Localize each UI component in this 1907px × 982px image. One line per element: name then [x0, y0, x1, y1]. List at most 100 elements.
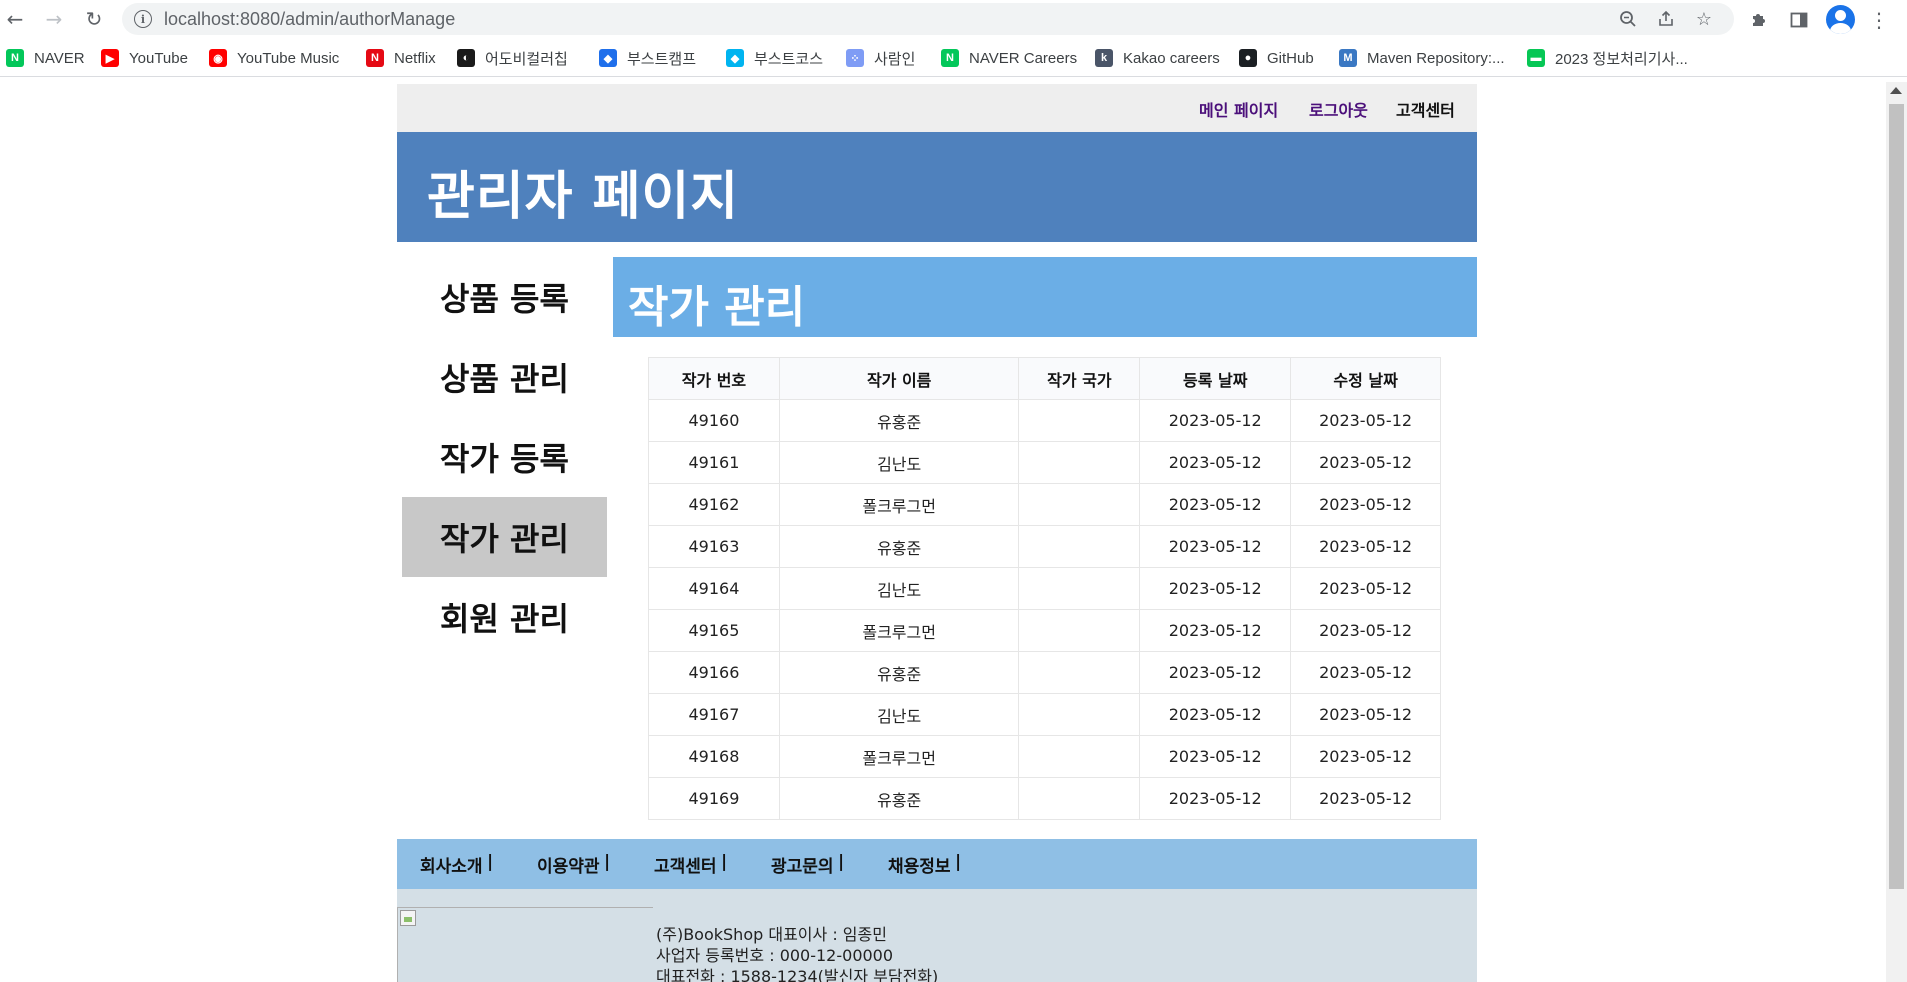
bookmark-item[interactable]: N Netflix — [366, 47, 436, 69]
update-date-cell: 2023-05-12 — [1290, 735, 1441, 778]
footer-info: (주)BookShop 대표이사 : 임종민 사업자 등록번호 : 000-12… — [397, 889, 1477, 982]
bookmark-label: Kakao careers — [1123, 49, 1220, 67]
author-name-cell[interactable]: 김난도 — [778, 567, 1020, 610]
author-id-cell: 49165 — [648, 609, 780, 652]
bookmark-label: 사람인 — [874, 50, 916, 68]
author-id-cell: 49160 — [648, 399, 780, 442]
author-name-cell[interactable]: 유홍준 — [778, 777, 1020, 820]
bookmark-item[interactable]: ◐ 어도비컬러칩 — [457, 47, 568, 69]
footer-link[interactable]: 고객센터 — [654, 852, 717, 877]
author-name-cell[interactable]: 김난도 — [778, 693, 1020, 736]
profile-avatar-icon[interactable] — [1826, 5, 1855, 34]
broken-image-icon — [400, 910, 416, 926]
forward-arrow-icon[interactable]: → — [41, 6, 67, 32]
table-row: 49161 김난도 2023-05-12 2023-05-12 — [648, 441, 1441, 484]
update-date-cell: 2023-05-12 — [1290, 483, 1441, 526]
line-icon: ▬ — [1527, 49, 1545, 67]
author-nation-cell — [1018, 777, 1141, 820]
author-nation-cell — [1018, 651, 1141, 694]
author-nation-cell — [1018, 735, 1141, 778]
bookmark-item[interactable]: ● GitHub — [1239, 47, 1314, 69]
reg-date-cell: 2023-05-12 — [1139, 735, 1292, 778]
author-table: 작가 번호 작가 이름 작가 국가 등록 날짜 수정 날짜 49160 유홍준 20… — [648, 357, 1441, 820]
sidebar-item-author-manage[interactable]: 작가 관리 — [402, 497, 607, 577]
address-url[interactable]: localhost:8080/admin/authorManage — [164, 9, 455, 30]
footer-nav: 회사소개 | 이용약관 | 고객센터 | 광고문의 | 채용정보 | — [397, 839, 1477, 889]
table-row: 49166 유홍준 2023-05-12 2023-05-12 — [648, 651, 1441, 694]
site-info-icon[interactable]: i — [134, 10, 152, 28]
bookmark-item[interactable]: ⁘ 사람인 — [846, 47, 915, 69]
table-row: 49163 유홍준 2023-05-12 2023-05-12 — [648, 525, 1441, 568]
column-header-reg-date: 등록 날짜 — [1139, 357, 1292, 400]
bookmark-item[interactable]: N NAVER Careers — [941, 47, 1077, 69]
bookmark-item[interactable]: ◆ 부스트캠프 — [599, 47, 696, 69]
logout-link[interactable]: 로그아웃 — [1309, 97, 1368, 121]
bookmark-item[interactable]: N NAVER — [6, 47, 85, 69]
zoom-icon[interactable] — [1616, 7, 1640, 31]
author-nation-cell — [1018, 525, 1141, 568]
author-id-cell: 49162 — [648, 483, 780, 526]
bookmark-item[interactable]: M Maven Repository:... — [1339, 47, 1505, 69]
extensions-icon[interactable] — [1745, 6, 1773, 34]
footer-link[interactable]: 채용정보 — [888, 852, 951, 877]
naver-icon: N — [6, 49, 24, 67]
update-date-cell: 2023-05-12 — [1290, 567, 1441, 610]
address-bar[interactable]: i localhost:8080/admin/authorManage ☆ — [122, 3, 1734, 35]
bookmark-item[interactable]: ◆ 부스트코스 — [726, 47, 823, 69]
author-name-cell[interactable]: 폴크루그먼 — [778, 735, 1020, 778]
youtube-icon: ▶ — [101, 49, 119, 67]
footer-separator: | — [838, 852, 845, 872]
bookmark-item[interactable]: ▬ 2023 정보처리기사... — [1527, 47, 1688, 69]
bookmark-label: YouTube Music — [237, 49, 340, 67]
author-id-cell: 49169 — [648, 777, 780, 820]
author-name-cell[interactable]: 폴크루그먼 — [778, 609, 1020, 652]
github-icon: ● — [1239, 49, 1257, 67]
author-id-cell: 49168 — [648, 735, 780, 778]
scroll-up-arrow-icon[interactable] — [1890, 87, 1902, 94]
bookmark-item[interactable]: ▶ YouTube — [101, 47, 188, 69]
table-header-row: 작가 번호 작가 이름 작가 국가 등록 날짜 수정 날짜 — [648, 357, 1441, 400]
author-name-cell[interactable]: 폴크루그먼 — [778, 483, 1020, 526]
footer-link[interactable]: 회사소개 — [420, 852, 483, 877]
adobe-color-icon: ◐ — [457, 49, 475, 67]
scrollbar-thumb[interactable] — [1889, 104, 1904, 889]
share-icon[interactable] — [1654, 7, 1678, 31]
update-date-cell: 2023-05-12 — [1290, 399, 1441, 442]
admin-header: 관리자 페이지 — [397, 132, 1477, 242]
back-arrow-icon[interactable]: ← — [2, 6, 28, 32]
table-row: 49164 김난도 2023-05-12 2023-05-12 — [648, 567, 1441, 610]
table-row: 49167 김난도 2023-05-12 2023-05-12 — [648, 693, 1441, 736]
bookmark-item[interactable]: ◉ YouTube Music — [209, 47, 339, 69]
footer-link[interactable]: 이용약관 — [537, 852, 600, 877]
author-id-cell: 49166 — [648, 651, 780, 694]
bookmark-label: YouTube — [129, 49, 188, 67]
author-name-cell[interactable]: 유홍준 — [778, 399, 1020, 442]
top-links-bar: 메인 페이지 로그아웃 고객센터 — [397, 84, 1477, 132]
bookmark-star-icon[interactable]: ☆ — [1692, 7, 1716, 31]
sidebar-item-author-register[interactable]: 작가 등록 — [402, 417, 607, 497]
author-name-cell[interactable]: 유홍준 — [778, 651, 1020, 694]
customer-center-link[interactable]: 고객센터 — [1396, 97, 1455, 121]
author-name-cell[interactable]: 김난도 — [778, 441, 1020, 484]
bookmark-label: 부스트코스 — [754, 50, 824, 68]
menu-kebab-icon[interactable]: ⋮ — [1865, 6, 1893, 34]
footer-separator: | — [721, 852, 728, 872]
footer-separator: | — [955, 852, 962, 872]
sidebar-item-product-register[interactable]: 상품 등록 — [402, 257, 607, 337]
reg-date-cell: 2023-05-12 — [1139, 777, 1292, 820]
bookmark-item[interactable]: k Kakao careers — [1095, 47, 1220, 69]
company-logo-image — [397, 907, 653, 982]
footer-link[interactable]: 광고문의 — [771, 852, 834, 877]
side-panel-icon[interactable] — [1785, 6, 1813, 34]
author-name-cell[interactable]: 유홍준 — [778, 525, 1020, 568]
column-header-author-name: 작가 이름 — [778, 357, 1020, 400]
reload-icon[interactable]: ↻ — [81, 6, 107, 32]
sidebar-item-member-manage[interactable]: 회원 관리 — [402, 577, 607, 657]
main-page-link[interactable]: 메인 페이지 — [1199, 97, 1278, 121]
update-date-cell: 2023-05-12 — [1290, 441, 1441, 484]
footer-separator: | — [487, 852, 494, 872]
table-row: 49160 유홍준 2023-05-12 2023-05-12 — [648, 399, 1441, 442]
page-title: 관리자 페이지 — [427, 167, 740, 227]
bookmark-label: 부스트캠프 — [627, 50, 697, 68]
sidebar-item-product-manage[interactable]: 상품 관리 — [402, 337, 607, 417]
